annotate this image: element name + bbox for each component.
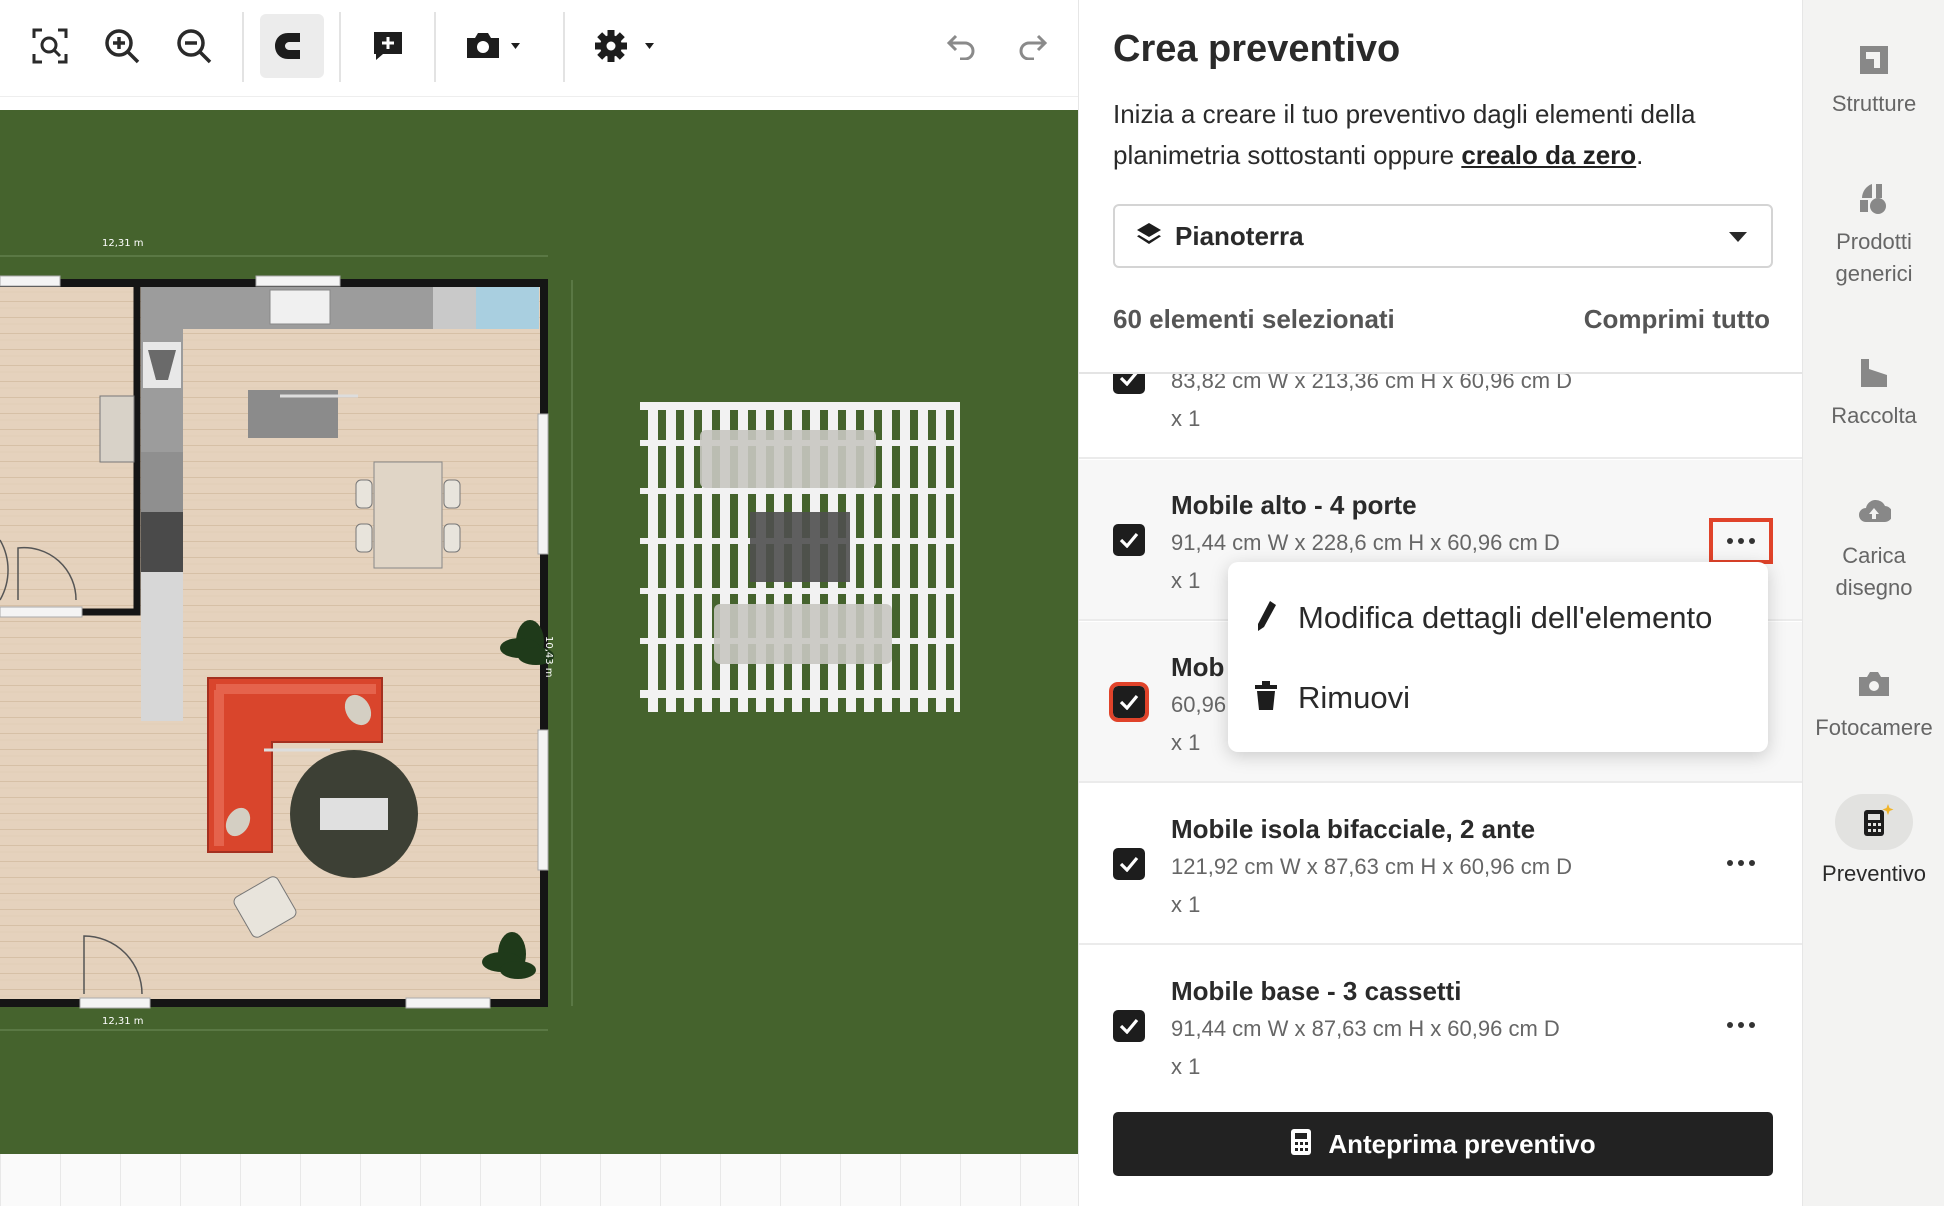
canvas-toolbar: [0, 0, 1078, 96]
floor-select-value: Pianoterra: [1175, 220, 1304, 251]
zoom-out-icon[interactable]: [166, 14, 222, 78]
item-name: Mobile isola bifacciale, 2 ante: [1171, 814, 1536, 844]
dimension-label-top: 12,31 m: [102, 238, 144, 249]
dimension-label-bottom: 12,31 m: [102, 1016, 144, 1027]
settings-icon[interactable]: [588, 14, 668, 78]
checkmark-icon: [1119, 694, 1139, 710]
item-checkbox[interactable]: [1113, 1010, 1145, 1042]
layers-icon: [1135, 221, 1163, 251]
rail-item-label: Preventivo: [1822, 861, 1926, 886]
more-options-button[interactable]: [1711, 1004, 1771, 1046]
item-name: Mob: [1171, 652, 1225, 682]
create-from-scratch-link[interactable]: crealo da zero: [1461, 140, 1636, 170]
toolbar-divider: [563, 12, 565, 82]
canvas-grid-strip: [0, 1154, 1078, 1206]
preview-quote-label: Anteprima preventivo: [1328, 1128, 1596, 1159]
dimension-label-right: 10,43 m: [543, 636, 554, 678]
remove-item-label: Rimuovi: [1298, 680, 1410, 715]
toolbar-divider: [339, 12, 341, 82]
rail-item-structures[interactable]: Strutture: [1803, 40, 1944, 120]
right-rail: Strutture Prodotti generici Raccolta Car…: [1802, 0, 1944, 1206]
selected-count: 60 elementi selezionati: [1113, 304, 1395, 334]
floorplan-drawing: [0, 255, 960, 1031]
checkmark-icon: [1119, 1018, 1139, 1034]
edit-item-details-label: Modifica dettagli dell'elemento: [1298, 600, 1713, 635]
zoom-fit-icon[interactable]: [22, 14, 78, 78]
rail-item-label: Fotocamere: [1815, 715, 1933, 740]
rail-item-generic-products[interactable]: Prodotti generici: [1803, 178, 1944, 290]
item-quantity: x 1: [1171, 1054, 1201, 1079]
edit-item-details-option[interactable]: Modifica dettagli dell'elemento: [1228, 580, 1768, 656]
list-item: Mobile base - 3 cassetti 91,44 cm W x 87…: [1079, 946, 1803, 1080]
item-quantity: x 1: [1171, 892, 1201, 917]
list-item: Mobile isola bifacciale, 2 ante 121,92 c…: [1079, 784, 1803, 945]
item-quantity: x 1: [1171, 568, 1201, 593]
structures-icon: [1846, 40, 1902, 80]
trash-icon: [1254, 681, 1278, 715]
rail-item-upload-drawing[interactable]: Carica disegno: [1803, 492, 1944, 604]
panel-intro: Inizia a creare il tuo preventivo dagli …: [1113, 94, 1773, 176]
item-quantity: x 1: [1171, 406, 1201, 431]
panel-title: Crea preventivo: [1113, 28, 1401, 70]
rail-item-label: Strutture: [1831, 91, 1917, 116]
rail-item-quote[interactable]: Preventivo: [1803, 794, 1944, 890]
remove-item-option[interactable]: Rimuovi: [1228, 660, 1768, 736]
chevron-down-icon: [1729, 232, 1747, 242]
preview-quote-button[interactable]: Anteprima preventivo: [1113, 1112, 1773, 1176]
item-dimensions: 91,44 cm W x 228,6 cm H x 60,96 cm D: [1171, 530, 1560, 555]
generic-products-icon: [1846, 178, 1902, 218]
item-checkbox[interactable]: [1113, 374, 1145, 394]
intro-end: .: [1636, 140, 1644, 170]
item-checkbox[interactable]: [1109, 682, 1149, 722]
item-checkbox[interactable]: [1113, 848, 1145, 880]
floorplan-canvas[interactable]: 12,31 m 12,31 m 10,43 m: [0, 0, 1078, 1206]
rail-item-label: Raccolta: [1831, 403, 1917, 428]
calculator-icon: [1290, 1128, 1312, 1160]
redo-icon[interactable]: [1010, 14, 1054, 78]
item-dimensions: 121,92 cm W x 87,63 cm H x 60,96 cm D: [1171, 854, 1573, 879]
collapse-all-button[interactable]: Comprimi tutto: [1584, 304, 1770, 335]
item-quantity: x 1: [1171, 730, 1201, 755]
item-dimensions: 83,82 cm W x 213,36 cm H x 60,96 cm D: [1171, 374, 1573, 393]
checkmark-icon: [1119, 856, 1139, 872]
item-name: Mobile base - 3 cassetti: [1171, 976, 1462, 1006]
rail-item-collection[interactable]: Raccolta: [1803, 352, 1944, 432]
magnet-icon[interactable]: [260, 14, 324, 78]
item-checkbox[interactable]: [1113, 524, 1145, 556]
add-note-icon[interactable]: [360, 14, 416, 78]
item-dimensions: 60,96: [1171, 692, 1227, 717]
undo-icon[interactable]: [940, 14, 984, 78]
canvas-ruler: [0, 96, 1078, 110]
more-options-button[interactable]: [1711, 842, 1771, 884]
list-item: 83,82 cm W x 213,36 cm H x 60,96 cm D x …: [1079, 374, 1803, 459]
checkmark-icon: [1119, 532, 1139, 548]
toolbar-divider: [242, 12, 244, 82]
quote-calculator-icon: [1835, 794, 1913, 850]
more-options-button[interactable]: [1709, 518, 1773, 564]
cameras-icon: [1846, 664, 1902, 704]
camera-icon[interactable]: [456, 14, 536, 78]
pencil-icon: [1254, 599, 1278, 637]
item-dimensions: 91,44 cm W x 87,63 cm H x 60,96 cm D: [1171, 1016, 1560, 1041]
rail-item-label: Prodotti generici: [1835, 229, 1913, 286]
zoom-in-icon[interactable]: [94, 14, 150, 78]
floor-select[interactable]: Pianoterra: [1113, 204, 1773, 268]
upload-drawing-icon: [1846, 492, 1902, 532]
toolbar-divider: [434, 12, 436, 82]
lawn-background: 12,31 m 12,31 m 10,43 m: [0, 110, 1078, 1154]
rail-item-cameras[interactable]: Fotocamere: [1803, 664, 1944, 744]
rail-item-label: Carica disegno: [1835, 543, 1913, 600]
collection-icon: [1846, 352, 1902, 392]
item-name: Mobile alto - 4 porte: [1171, 490, 1417, 520]
checkmark-icon: [1119, 374, 1138, 386]
item-context-menu: Modifica dettagli dell'elemento Rimuovi: [1228, 562, 1768, 752]
